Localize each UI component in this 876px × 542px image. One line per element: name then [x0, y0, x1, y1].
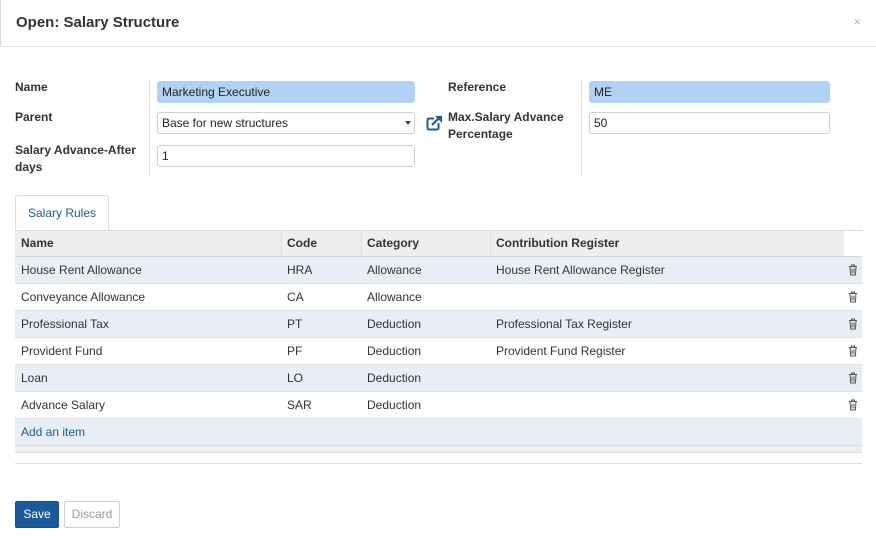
cell-category: Deduction	[367, 398, 422, 412]
parent-select[interactable]: Base for new structures	[157, 112, 415, 134]
cell-category: Allowance	[367, 290, 422, 304]
column-header-code[interactable]: Code	[287, 231, 317, 256]
chevron-down-icon	[405, 121, 411, 125]
column-header-name[interactable]: Name	[21, 231, 54, 256]
cell-code: HRA	[287, 263, 313, 277]
trash-icon[interactable]	[848, 318, 858, 330]
header-action-spacer	[844, 231, 862, 256]
table-row[interactable]: Loan LO Deduction	[15, 365, 862, 392]
cell-register: Professional Tax Register	[496, 317, 632, 331]
cell-category: Deduction	[367, 317, 422, 331]
close-icon[interactable]: ×	[853, 15, 861, 29]
column-divider	[361, 231, 362, 256]
column-header-register[interactable]: Contribution Register	[496, 231, 619, 256]
parent-label: Parent	[15, 110, 53, 124]
max-advance-field[interactable]: 50	[589, 112, 830, 134]
trash-icon[interactable]	[848, 399, 858, 411]
reference-field[interactable]: ME	[589, 81, 830, 103]
cell-code: PF	[287, 344, 303, 358]
label-divider	[149, 80, 150, 176]
cell-category: Allowance	[367, 263, 422, 277]
max-advance-label: Max.Salary Advance Percentage	[448, 110, 564, 141]
table-row[interactable]: Professional Tax PT Deduction Profession…	[15, 311, 862, 338]
dialog-header: Open: Salary Structure ×	[0, 0, 876, 47]
reference-label: Reference	[448, 80, 507, 94]
save-button[interactable]: Save	[15, 501, 59, 528]
parent-select-value: Base for new structures	[162, 116, 289, 130]
cell-category: Deduction	[367, 371, 422, 385]
trash-icon[interactable]	[848, 264, 858, 276]
cell-code: CA	[287, 290, 304, 304]
footer-divider	[15, 463, 862, 464]
cell-code: PT	[287, 317, 303, 331]
discard-button[interactable]: Discard	[64, 501, 120, 528]
table-footer	[15, 445, 862, 453]
table-row[interactable]: Advance Salary SAR Deduction	[15, 392, 862, 419]
cell-register: Provident Fund Register	[496, 344, 626, 358]
trash-icon[interactable]	[848, 345, 858, 357]
label-divider-right	[581, 80, 582, 176]
salary-rules-table: Name Code Category Contribution Register…	[15, 231, 862, 453]
salary-advance-field[interactable]: 1	[157, 145, 415, 167]
column-divider	[281, 231, 282, 256]
add-item-link[interactable]: Add an item	[21, 419, 85, 445]
table-row[interactable]: Provident Fund PF Deduction Provident Fu…	[15, 338, 862, 365]
cell-name: Conveyance Allowance	[21, 290, 146, 304]
add-item-row: Add an item	[15, 419, 862, 445]
trash-icon[interactable]	[848, 291, 858, 303]
cell-name: House Rent Allowance	[21, 263, 142, 277]
table-header: Name Code Category Contribution Register	[15, 231, 862, 257]
cell-code: SAR	[287, 398, 312, 412]
cell-register: House Rent Allowance Register	[496, 263, 665, 277]
trash-icon[interactable]	[848, 372, 858, 384]
cell-name: Loan	[21, 371, 48, 385]
table-row[interactable]: House Rent Allowance HRA Allowance House…	[15, 257, 862, 284]
dialog-title: Open: Salary Structure	[16, 14, 180, 31]
cell-category: Deduction	[367, 344, 422, 358]
name-label: Name	[15, 80, 48, 94]
cell-code: LO	[287, 371, 304, 385]
salary-advance-label: Salary Advance-After days	[15, 143, 136, 174]
cell-name: Advance Salary	[21, 398, 106, 412]
column-divider	[490, 231, 491, 256]
name-field[interactable]: Marketing Executive	[157, 81, 415, 103]
table-row[interactable]: Conveyance Allowance CA Allowance	[15, 284, 862, 311]
cell-name: Provident Fund	[21, 344, 103, 358]
cell-name: Professional Tax	[21, 317, 109, 331]
tab-salary-rules[interactable]: Salary Rules	[15, 195, 109, 231]
external-link-icon[interactable]	[426, 115, 443, 131]
column-header-category[interactable]: Category	[367, 231, 419, 256]
